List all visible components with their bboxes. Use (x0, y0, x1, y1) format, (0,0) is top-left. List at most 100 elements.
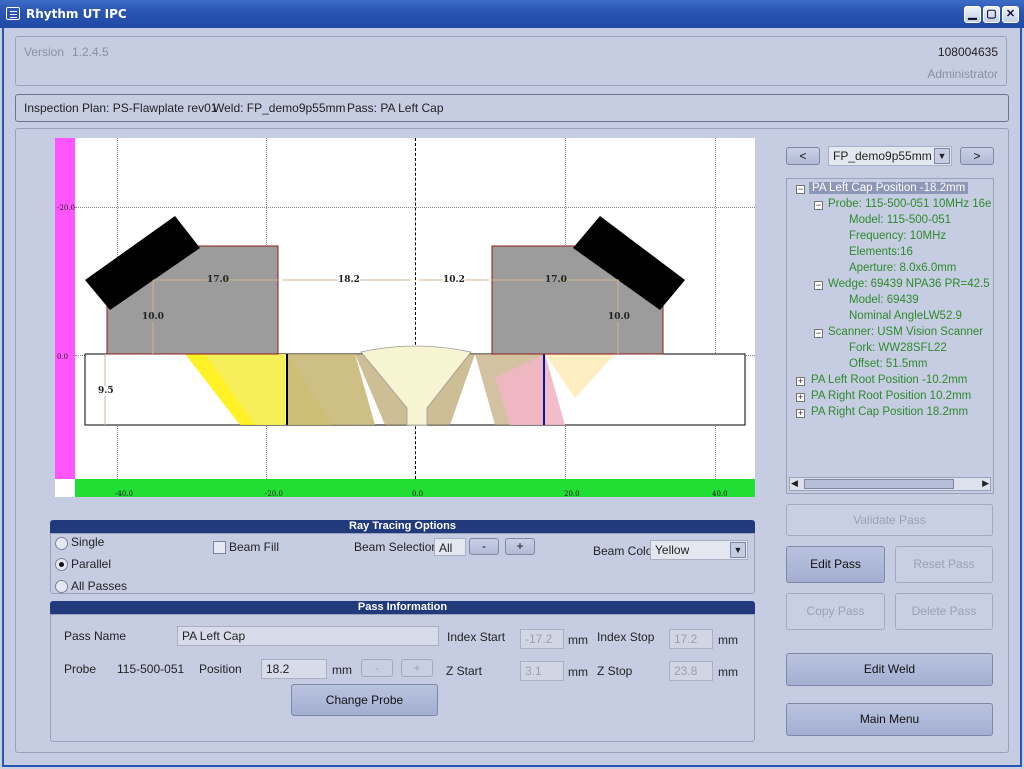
serial-number: 108004635 (937, 45, 998, 59)
horizontal-scrollbar[interactable]: ◀ ▶ (789, 477, 991, 491)
tree-item-probe[interactable]: Probe: 115-500-051 10MHz 16e P (828, 198, 993, 210)
scrollbar-thumb[interactable] (804, 479, 954, 489)
tree-item-pass[interactable]: PA Right Cap Position 18.2mm (811, 406, 968, 418)
tree-item[interactable]: Fork: WW28SFL22 (849, 342, 947, 354)
parallel-radio[interactable] (55, 558, 68, 571)
dimension-label: 10.0 (608, 312, 630, 322)
reset-pass-button[interactable]: Reset Pass (895, 546, 993, 583)
expand-icon[interactable]: + (796, 393, 805, 402)
beam-selection-label: Beam Selection (354, 540, 439, 554)
maximize-icon[interactable]: ▢ (983, 6, 1000, 23)
index-stop-input[interactable]: 17.2 (669, 629, 713, 649)
index-start-input[interactable]: -17.2 (520, 629, 564, 649)
x-tick-label: 40.0 (712, 490, 728, 498)
all-passes-radio[interactable] (55, 580, 68, 593)
version-number: 1.2.4.5 (72, 45, 109, 59)
tree-item[interactable]: Model: 69439 (849, 294, 919, 306)
validate-pass-button[interactable]: Validate Pass (786, 504, 993, 536)
beam-fill-label: Beam Fill (229, 540, 280, 554)
close-icon[interactable]: ✕ (1002, 6, 1019, 23)
tree-item[interactable]: Elements:16 (849, 246, 913, 258)
tree-item[interactable]: Frequency: 10MHz (849, 230, 946, 242)
minimize-icon[interactable]: ▁ (964, 6, 981, 23)
edit-pass-button[interactable]: Edit Pass (786, 546, 885, 583)
z-stop-label: Z Stop (597, 664, 633, 678)
ray-tracing-header: Ray Tracing Options (50, 520, 755, 533)
z-stop-input[interactable]: 23.8 (669, 661, 713, 681)
tree-item-root[interactable]: PA Left Cap Position -18.2mm (809, 182, 969, 194)
prev-button[interactable]: < (786, 147, 820, 165)
change-probe-button[interactable]: Change Probe (291, 684, 438, 716)
unit-mm: mm (568, 665, 588, 679)
version-label: Version (24, 45, 65, 59)
collapse-icon[interactable]: − (814, 329, 823, 338)
tree-item[interactable]: Model: 115-500-051 (849, 214, 951, 226)
copy-pass-button[interactable]: Copy Pass (786, 593, 885, 630)
position-input[interactable]: 18.2 (261, 659, 327, 679)
dimension-label: 17.0 (207, 275, 229, 285)
tree-item-scanner[interactable]: Scanner: USM Vision Scanner (828, 326, 983, 338)
scroll-left-icon[interactable]: ◀ (791, 478, 798, 489)
position-minus-button[interactable]: - (361, 659, 393, 677)
chevron-down-icon[interactable]: ▼ (730, 542, 746, 558)
next-button[interactable]: > (960, 147, 994, 165)
pass-info-panel: Pass Name PA Left Cap Index Start -17.2 … (50, 614, 755, 742)
index-stop-label: Index Stop (597, 630, 655, 644)
ray-tracing-panel: Single Parallel All Passes Beam Fill Bea… (50, 533, 755, 594)
weld-geometry (84, 216, 746, 426)
index-start-label: Index Start (447, 630, 506, 644)
inspection-plan: Inspection Plan: PS-Flawplate rev01 (24, 101, 218, 115)
parallel-label: Parallel (71, 557, 112, 571)
pass-info-header: Pass Information (50, 601, 755, 614)
weld-name: Weld: FP_demo9p55mm (213, 101, 346, 115)
unit-mm: mm (568, 633, 588, 647)
dimension-label: 10.0 (142, 312, 164, 322)
dimension-label: 9.5 (98, 386, 114, 396)
pass-tree[interactable]: − PA Left Cap Position -18.2mm − Probe: … (786, 178, 994, 494)
pass-name-label: Pass Name (64, 629, 127, 643)
dimension-label: 18.2 (338, 275, 360, 285)
beam-minus-button[interactable]: - (469, 538, 499, 555)
tree-item[interactable]: Offset: 51.5mm (849, 358, 927, 370)
weld-select[interactable]: FP_demo9p55mm ▼ (828, 146, 952, 166)
single-label: Single (71, 535, 105, 549)
dimension-label: 10.2 (443, 275, 465, 285)
tree-item-pass[interactable]: PA Left Root Position -10.2mm (811, 374, 967, 386)
expand-icon[interactable]: + (796, 409, 805, 418)
tree-item-wedge[interactable]: Wedge: 69439 NPA36 PR=42.5 (828, 278, 990, 290)
version-panel: Version 1.2.4.5 108004635 Administrator (15, 36, 1007, 86)
system-menu-icon[interactable] (6, 7, 20, 20)
beam-fill-checkbox[interactable] (213, 541, 226, 554)
x-tick-label: -40.0 (115, 490, 133, 498)
tree-item-pass[interactable]: PA Right Root Position 10.2mm (811, 390, 971, 402)
beam-color-select[interactable]: Yellow ▼ (650, 540, 748, 560)
z-start-input[interactable]: 3.1 (520, 661, 564, 681)
weld-select-value: FP_demo9p55mm (833, 149, 932, 163)
x-tick-label: 0.0 (412, 490, 424, 498)
user-name: Administrator (927, 67, 998, 81)
unit-mm: mm (718, 665, 738, 679)
pass-name: Pass: PA Left Cap (347, 101, 444, 115)
beam-plus-button[interactable]: + (505, 538, 535, 555)
pass-name-input[interactable]: PA Left Cap (177, 626, 439, 646)
collapse-icon[interactable]: − (814, 201, 823, 210)
main-menu-button[interactable]: Main Menu (786, 703, 993, 736)
chevron-down-icon[interactable]: ▼ (934, 148, 950, 164)
edit-weld-button[interactable]: Edit Weld (786, 653, 993, 686)
all-passes-label: All Passes (71, 579, 128, 593)
beam-selection-input[interactable]: All (434, 538, 466, 556)
collapse-icon[interactable]: − (796, 185, 805, 194)
collapse-icon[interactable]: − (814, 281, 823, 290)
beam-color-label: Beam Color (593, 544, 657, 558)
tree-item[interactable]: Nominal AngleLW52.9 (849, 310, 962, 322)
weld-plot[interactable]: -40.0 -20.0 0.0 20.0 40.0 -20.0 0.0 17.0… (55, 138, 755, 498)
unit-mm: mm (718, 633, 738, 647)
beam-color-value: Yellow (655, 543, 690, 557)
tree-item[interactable]: Aperture: 8.0x6.0mm (849, 262, 956, 274)
position-plus-button[interactable]: + (401, 659, 433, 677)
scroll-right-icon[interactable]: ▶ (982, 478, 989, 489)
expand-icon[interactable]: + (796, 377, 805, 386)
delete-pass-button[interactable]: Delete Pass (895, 593, 993, 630)
single-radio[interactable] (55, 537, 68, 550)
probe-label: Probe (64, 662, 97, 676)
